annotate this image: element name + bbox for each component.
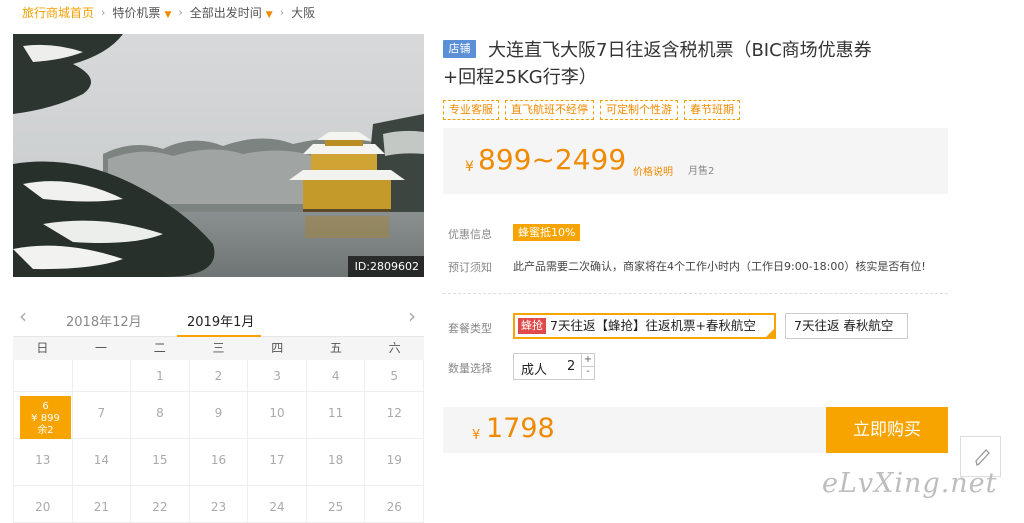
calendar-day: 7	[72, 392, 132, 439]
calendar-day: 3	[248, 360, 307, 392]
caret-down-icon: ▼	[265, 9, 273, 20]
quantity-stepper: 成人 2 + -	[513, 353, 595, 380]
divider	[443, 293, 948, 294]
selected-day-price: ¥ 899	[31, 413, 60, 424]
product-tag: 可定制个性游	[600, 100, 678, 120]
product-tag: 直飞航班不经停	[505, 100, 594, 120]
price-box: ¥ 899~2499 价格说明 月售2	[443, 128, 948, 194]
calendar-day: 1	[131, 360, 190, 392]
watermark-logo: eLvXing.net	[822, 468, 998, 499]
product-tag: 专业客服	[443, 100, 499, 120]
selected-corner-icon	[766, 329, 774, 337]
promo-tag: 蜂蜜抵10%	[513, 224, 581, 241]
quantity-value[interactable]: 2	[567, 359, 575, 374]
calendar-day: 23	[189, 486, 249, 523]
breadcrumb-current: 大阪	[291, 5, 316, 20]
package-option[interactable]: 7天往返 春秋航空	[785, 313, 908, 339]
calendar-day: 16	[189, 439, 249, 486]
total-price-box: ¥ 1798	[443, 407, 826, 453]
calendar-day: 18	[306, 439, 366, 486]
weekday-label: 二	[153, 341, 166, 355]
price-currency: ¥	[465, 159, 474, 175]
calendar-day: 14	[72, 439, 132, 486]
caret-down-icon: ▼	[164, 9, 172, 20]
booking-notice-text: 此产品需要二次确认，商家将在4个工作小时内（工作日9:00-18:00）核实是否…	[513, 260, 926, 273]
chevron-left-icon[interactable]: ‹	[19, 306, 27, 326]
calendar-day: 2	[189, 360, 249, 392]
quantity-label: 数量选择	[448, 362, 492, 375]
package-badge: 蜂抢	[518, 318, 546, 334]
photo-id-label: ID:2809602	[347, 256, 424, 277]
weekday-label: 五	[329, 341, 342, 355]
calendar-day: 25	[306, 486, 366, 523]
package-option-text: 7天往返【蜂抢】往返机票+春秋航空	[550, 318, 756, 333]
calendar-current-month-tab[interactable]: 2019年1月	[187, 311, 254, 330]
weekday-label: 六	[388, 341, 401, 355]
calendar-grid: 1 2 3 4 5 6 ¥ 899 余2 7 8 9 10 11 12 13 1…	[13, 360, 424, 523]
calendar-day: 5	[365, 360, 424, 392]
calendar-day: 21	[72, 486, 132, 523]
product-tags: 专业客服 直飞航班不经停 可定制个性游 春节班期	[443, 100, 740, 120]
calendar-day: 24	[248, 486, 307, 523]
breadcrumb-date-label: 全部出发时间	[189, 5, 262, 20]
calendar-day: 19	[365, 439, 424, 486]
calendar-day: 10	[248, 392, 307, 439]
product-title-line1: 大连直飞大阪7日往返含税机票（BIC商场优惠券	[488, 40, 872, 61]
total-currency: ¥	[472, 428, 481, 443]
total-amount: 1798	[486, 413, 555, 444]
calendar-day: 17	[248, 439, 307, 486]
weekday-label: 一	[95, 341, 108, 355]
weekday-label: 三	[212, 341, 225, 355]
calendar-day: 13	[14, 439, 73, 486]
kinkakuji-snow-image	[13, 34, 424, 277]
calendar-day: 8	[131, 392, 190, 439]
calendar-day: 15	[131, 439, 190, 486]
selected-day-remain: 余2	[37, 425, 54, 436]
calendar-day-cell: 6 ¥ 899 余2	[14, 392, 73, 439]
weekday-label: 日	[36, 341, 49, 355]
calendar-month-nav: ‹ 2018年12月 2019年1月 ›	[13, 300, 424, 338]
breadcrumb: 旅行商城首页 › 特价机票 ▼ › 全部出发时间 ▼ › 大阪	[22, 3, 315, 21]
chevron-right-icon[interactable]: ›	[408, 306, 416, 326]
product-title-line2: +回程25KG行李）	[443, 67, 597, 88]
monthly-sales: 月售2	[688, 166, 715, 177]
product-tag: 春节班期	[684, 100, 740, 120]
chevron-right-icon: ›	[101, 5, 106, 19]
price-range: 899~2499	[478, 143, 627, 176]
breadcrumb-flights-dropdown[interactable]: 特价机票 ▼	[112, 4, 171, 21]
breadcrumb-flights-label: 特价机票	[112, 5, 161, 20]
calendar-day: 12	[365, 392, 424, 439]
price-note-link[interactable]: 价格说明	[633, 163, 673, 178]
calendar-day: 4	[306, 360, 366, 392]
calendar-day: 26	[365, 486, 424, 523]
quantity-minus-button[interactable]: -	[581, 366, 594, 379]
calendar-day: 20	[14, 486, 73, 523]
calendar-weekday-header: 日 一 二 三 四 五 六	[13, 337, 424, 360]
breadcrumb-home-link[interactable]: 旅行商城首页	[22, 4, 94, 21]
promo-label: 优惠信息	[448, 228, 492, 241]
calendar-prev-month-tab[interactable]: 2018年12月	[66, 311, 142, 330]
weekday-label: 四	[271, 341, 284, 355]
product-photo: ID:2809602	[13, 34, 424, 277]
buy-now-button[interactable]: 立即购买	[826, 407, 948, 453]
calendar-day: 22	[131, 486, 190, 523]
booking-notice-label: 预订须知	[448, 261, 492, 274]
calendar-day: 11	[306, 392, 366, 439]
chevron-right-icon: ›	[178, 5, 183, 19]
package-label: 套餐类型	[448, 322, 492, 335]
calendar-day: 9	[189, 392, 249, 439]
selected-day-number: 6	[42, 401, 49, 412]
chevron-right-icon: ›	[279, 5, 285, 19]
product-title: 大连直飞大阪7日往返含税机票（BIC商场优惠券 +回程25KG行李）	[443, 37, 958, 88]
breadcrumb-date-dropdown[interactable]: 全部出发时间 ▼	[190, 4, 273, 21]
store-tag[interactable]: 店铺	[443, 40, 476, 58]
package-option-selected[interactable]: 蜂抢 7天往返【蜂抢】往返机票+春秋航空	[513, 313, 776, 339]
calendar-day-empty	[14, 360, 73, 392]
calendar-day-selected[interactable]: 6 ¥ 899 余2	[20, 396, 71, 439]
quantity-type: 成人	[521, 363, 548, 378]
calendar-day-empty	[72, 360, 132, 392]
